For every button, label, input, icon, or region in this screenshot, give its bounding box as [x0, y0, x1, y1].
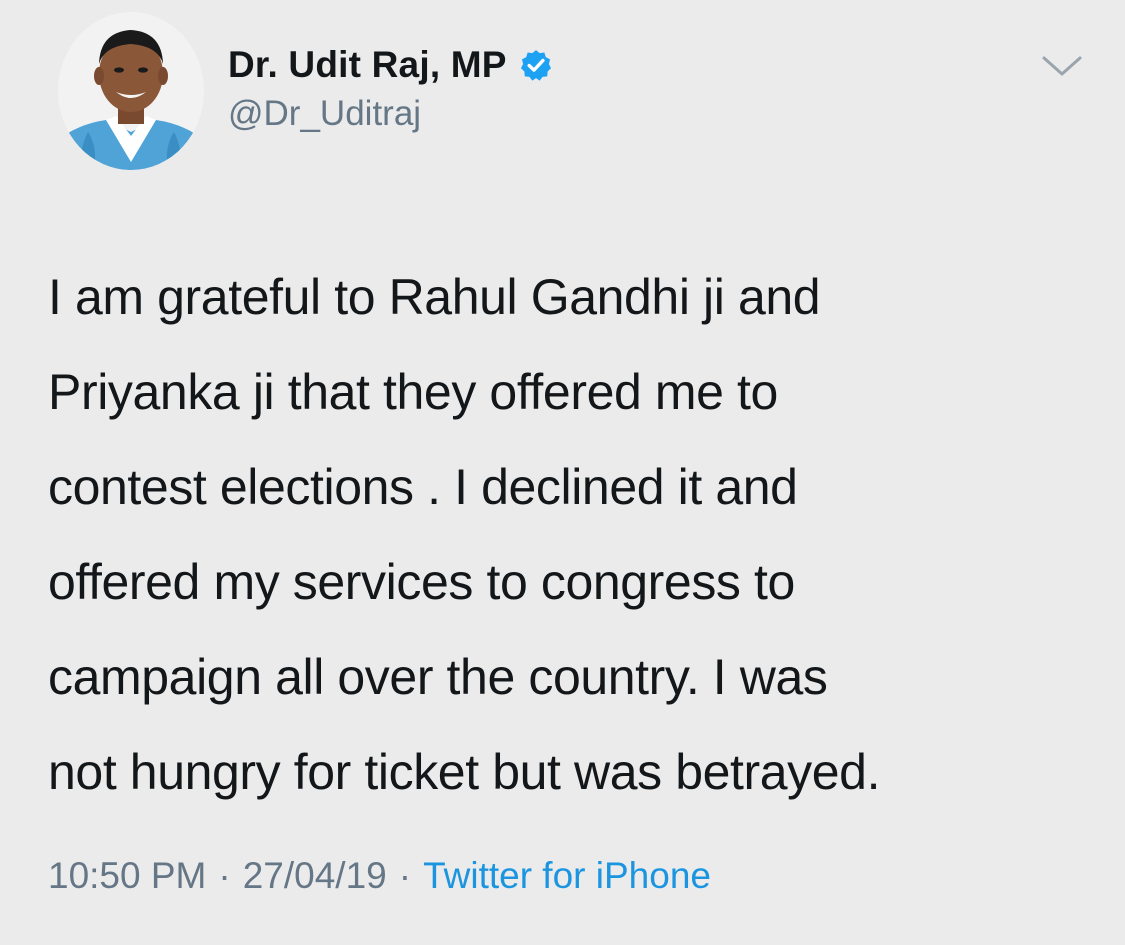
meta-separator: ·: [218, 855, 231, 896]
author-block[interactable]: Dr. Udit Raj, MP @Dr_Uditraj: [228, 40, 553, 134]
tweet-time[interactable]: 10:50 PM: [48, 855, 206, 897]
display-name[interactable]: Dr. Udit Raj, MP: [228, 44, 507, 86]
tweet-text-line: campaign all over the country. I was: [48, 649, 828, 705]
tweet-text-line: Priyanka ji that they offered me to: [48, 364, 778, 420]
tweet-text-line: offered my services to congress to: [48, 554, 795, 610]
tweet-text: I am grateful to Rahul Gandhi ji and Pri…: [48, 250, 1108, 820]
tweet-text-line: contest elections . I declined it and: [48, 459, 798, 515]
user-handle[interactable]: @Dr_Uditraj: [228, 94, 553, 134]
meta-separator: ·: [398, 855, 412, 896]
tweet-date[interactable]: 27/04/19: [243, 855, 387, 897]
chevron-down-icon[interactable]: [1040, 52, 1084, 82]
tweet-metadata: 10:50 PM · 27/04/19 · Twitter for iPhone: [48, 855, 711, 897]
avatar-photo: [58, 12, 204, 170]
tweet-source-link[interactable]: Twitter for iPhone: [423, 855, 711, 897]
verified-badge-icon: [519, 48, 553, 82]
avatar[interactable]: [58, 12, 204, 170]
tweet-card: Dr. Udit Raj, MP @Dr_Uditraj I am gratef…: [0, 0, 1125, 945]
name-row: Dr. Udit Raj, MP: [228, 40, 553, 90]
tweet-text-line: I am grateful to Rahul Gandhi ji and: [48, 269, 821, 325]
tweet-text-line: not hungry for ticket but was betrayed.: [48, 744, 881, 800]
